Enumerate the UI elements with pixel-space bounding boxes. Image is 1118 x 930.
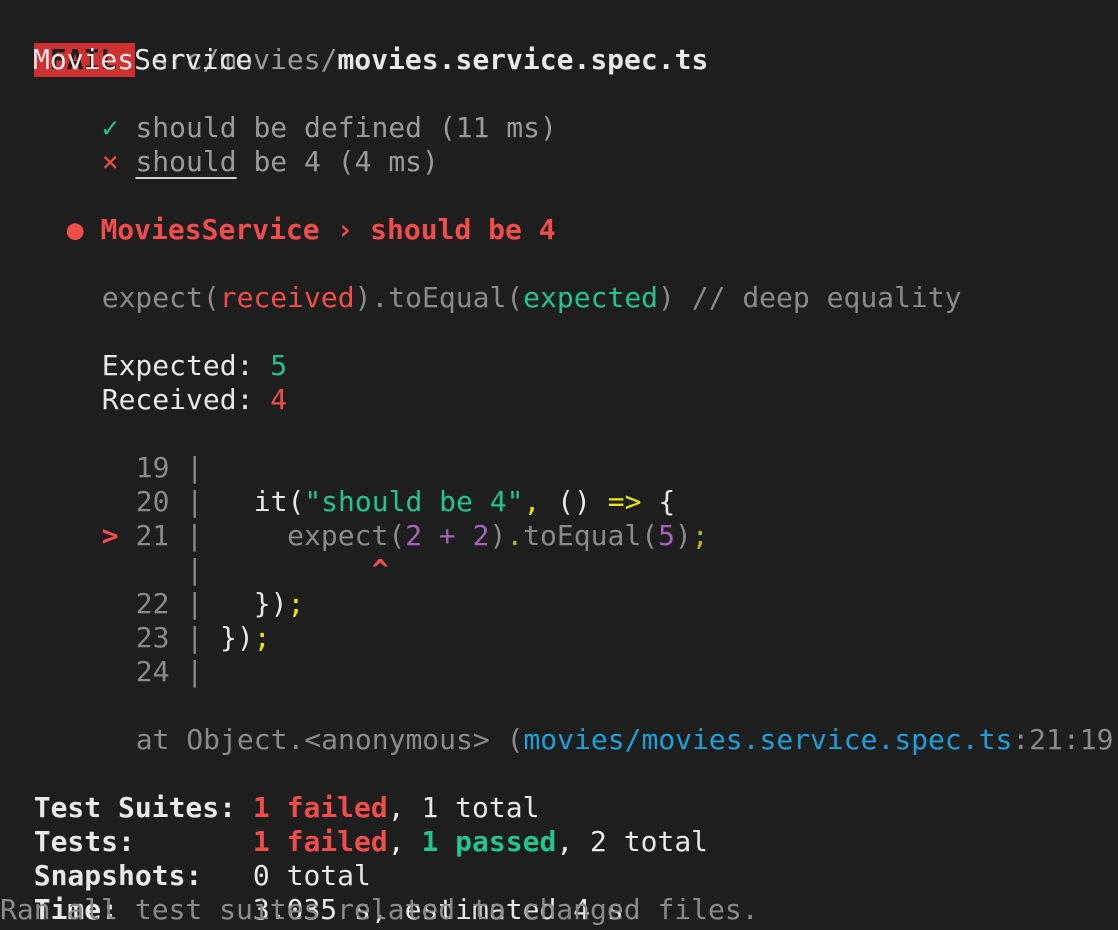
code-line-20: 20 | it("should be 4", () => { bbox=[135, 485, 676, 518]
test-result-passed: ✓ should be defined (11 ms) bbox=[68, 77, 557, 144]
test-name-rest: be 4 bbox=[236, 145, 321, 178]
expected-line: Expected: 5 bbox=[101, 349, 288, 382]
test-time: (11 ms) bbox=[422, 111, 557, 144]
received-value: 4 bbox=[270, 383, 288, 416]
test-time: (4 ms) bbox=[320, 145, 439, 178]
bullet-icon: ● bbox=[66, 213, 84, 246]
file-path-name: movies.service.spec.ts bbox=[337, 43, 709, 76]
test-result-failed: × should be 4 (4 ms) bbox=[68, 111, 439, 178]
cross-icon: × bbox=[101, 145, 119, 178]
summary-tests: Tests: 1 failed, 1 passed, 2 total bbox=[33, 825, 709, 858]
stack-file-link[interactable]: movies/movies.service.spec.ts bbox=[523, 723, 1012, 756]
received-line: Received: 4 bbox=[101, 383, 288, 416]
summary-snapshots: Snapshots: 0 total bbox=[33, 859, 371, 892]
summary-footer: Ran all test suites related to changed f… bbox=[0, 893, 759, 926]
code-line-22: 22 | }); bbox=[135, 587, 305, 620]
suite-name: MoviesService bbox=[33, 43, 253, 76]
stack-trace-line: at Object.<anonymous> (movies/movies.ser… bbox=[135, 723, 1118, 756]
failure-title-line: ● MoviesService › should be 4 bbox=[33, 179, 556, 246]
failure-title: MoviesService › should be 4 bbox=[100, 213, 556, 246]
code-line-19: 19 | bbox=[135, 451, 204, 484]
assertion-line: expect(received).toEqual(expected) // de… bbox=[101, 281, 962, 314]
code-caret-line: | ^ bbox=[186, 553, 389, 586]
file-header: FAIL src/movies/movies.service.spec.ts bbox=[0, 9, 708, 77]
caret-icon: ^ bbox=[371, 553, 389, 586]
code-line-24: 24 | bbox=[135, 655, 204, 688]
test-name-highlight: should bbox=[135, 145, 237, 178]
summary-suites: Test Suites: 1 failed, 1 total bbox=[33, 791, 540, 824]
code-line-23: 23 | }); bbox=[135, 621, 271, 654]
summary-time: Time: 3.035 s, estimated 4 s bbox=[33, 893, 624, 926]
code-line-21: > 21 | expect(2 + 2).toEqual(5); bbox=[101, 519, 709, 552]
